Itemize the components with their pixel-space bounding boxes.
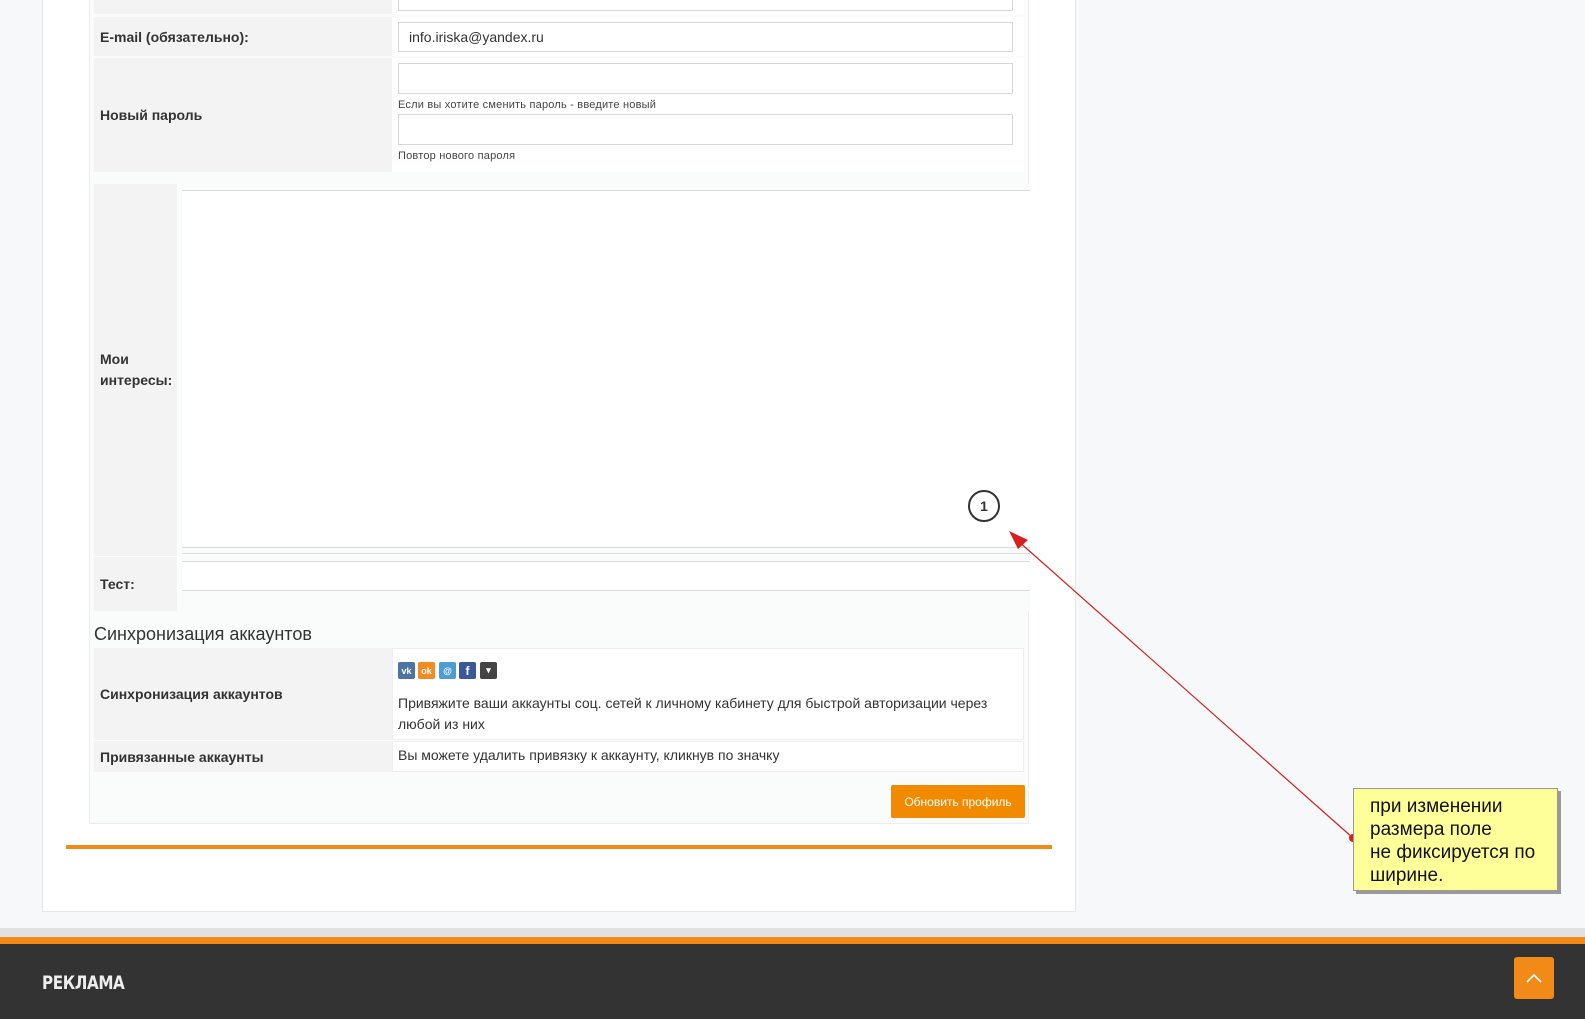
interests-textarea-bottom-border [182, 547, 1030, 548]
scroll-to-top-button[interactable] [1514, 957, 1554, 999]
email-label: E-mail (обязательно): [94, 17, 392, 56]
more-icon[interactable]: ▾ [480, 662, 497, 679]
annotation-marker: 1 [968, 490, 1000, 522]
test-input-bottom-border [182, 590, 1030, 591]
mailru-icon-glyph: @ [443, 665, 452, 676]
chevron-up-icon [1526, 973, 1542, 983]
repeat-password-hint: Повтор нового пароля [398, 150, 516, 162]
more-icon-glyph: ▾ [486, 665, 491, 675]
repeat-password-field[interactable] [398, 114, 1013, 145]
password-label: Новый пароль [94, 58, 392, 172]
annotation-note-line-3: не фиксируется по [1370, 842, 1536, 863]
footer-top-band [0, 928, 1585, 937]
update-profile-button[interactable]: Обновить профиль [891, 785, 1025, 818]
new-password-field[interactable] [398, 63, 1013, 94]
linked-accounts-label: Привязанные аккаунты [94, 741, 392, 772]
previous-field-label [94, 0, 392, 14]
vkontakte-icon-glyph: vk [401, 665, 412, 676]
email-label-text: E-mail (обязательно): [100, 28, 249, 45]
linked-accounts-label-text: Привязанные аккаунты [100, 748, 264, 765]
interests-textarea[interactable] [182, 191, 1030, 546]
interests-label: Мои интересы: [94, 184, 177, 556]
test-label: Тест: [94, 557, 177, 611]
odnoklassniki-icon[interactable]: ok [418, 662, 435, 679]
annotation-note-line-2: размера поле [1370, 819, 1492, 840]
linked-accounts-text: Вы можете удалить привязку к аккаунту, к… [398, 747, 780, 763]
email-value: info.iriska@yandex.ru [409, 29, 544, 45]
annotation-note-line-4: ширине. [1370, 865, 1444, 886]
vkontakte-icon[interactable]: vk [398, 662, 415, 679]
password-label-text: Новый пароль [100, 107, 203, 123]
test-label-text: Тест: [100, 576, 135, 592]
interests-label-text: Мои интересы: [100, 351, 173, 388]
test-input[interactable] [182, 562, 1030, 590]
sync-section-title: Синхронизация аккаунтов [94, 624, 312, 644]
sync-label-text: Синхронизация аккаунтов [100, 686, 283, 702]
annotation-note-line-1: при изменении [1370, 796, 1503, 817]
new-password-hint: Если вы хотите сменить пароль - введите … [398, 99, 657, 111]
annotation-note: при изменении размера поле не фиксируетс… [1353, 788, 1558, 891]
footer [0, 944, 1585, 1019]
sync-description: Привяжите ваши аккаунты соц. сетей к лич… [398, 695, 988, 732]
footer-accent [0, 937, 1585, 944]
footer-ads-title: РЕКЛАМА [42, 972, 125, 994]
odnoklassniki-icon-glyph: ok [421, 665, 432, 676]
panel-bottom-accent [66, 845, 1052, 849]
previous-field-input[interactable] [398, 0, 1013, 11]
interests-divider [182, 553, 1030, 554]
facebook-icon-glyph: f [465, 663, 470, 678]
email-field[interactable]: info.iriska@yandex.ru [398, 22, 1013, 52]
mailru-icon[interactable]: @ [439, 662, 456, 679]
sync-label: Синхронизация аккаунтов [94, 648, 392, 740]
facebook-icon[interactable]: f [459, 662, 476, 679]
